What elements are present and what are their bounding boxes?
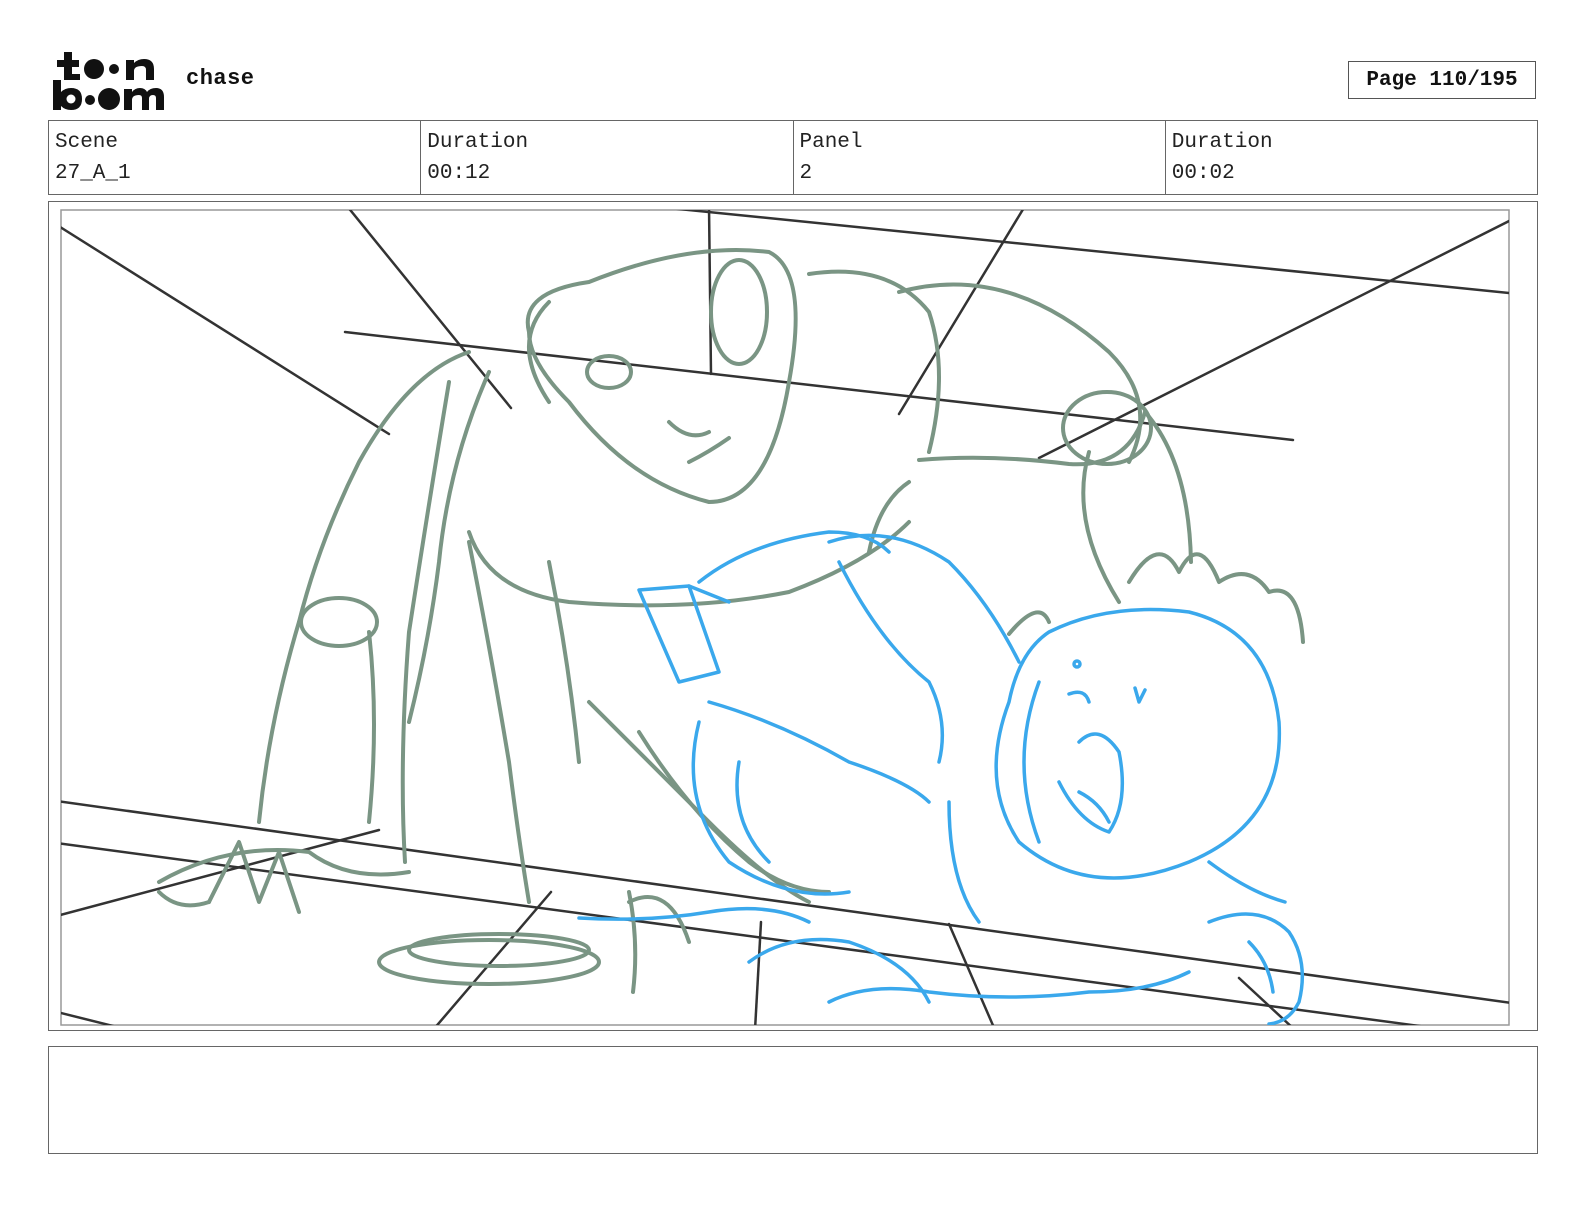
scene-cell: Scene 27_A_1 xyxy=(49,121,422,194)
panel-cell: Panel 2 xyxy=(794,121,1166,194)
page-label: Page 110/195 xyxy=(1366,68,1518,92)
panel-value: 2 xyxy=(799,162,813,185)
panel-duration-cell: Duration 00:02 xyxy=(1166,121,1537,194)
notes-box xyxy=(48,1046,1538,1154)
scene-info-row: Scene 27_A_1 Duration 00:12 Panel 2 Dura… xyxy=(48,120,1538,195)
page-indicator: Page 110/195 xyxy=(1348,61,1536,99)
panel-label: Panel xyxy=(799,131,863,154)
panel-duration-label: Duration xyxy=(1171,131,1273,154)
panel-sketch xyxy=(60,209,1510,1026)
project-title: chase xyxy=(186,66,255,91)
scene-duration-cell: Duration 00:12 xyxy=(421,121,794,194)
toon-boom-logo xyxy=(50,50,166,112)
scene-label: Scene xyxy=(55,131,119,154)
scene-value: 27_A_1 xyxy=(55,162,131,185)
panel-duration-value: 00:02 xyxy=(1171,162,1235,185)
scene-duration-value: 00:12 xyxy=(427,162,491,185)
storyboard-panel xyxy=(48,201,1538,1031)
scene-duration-label: Duration xyxy=(427,131,529,154)
